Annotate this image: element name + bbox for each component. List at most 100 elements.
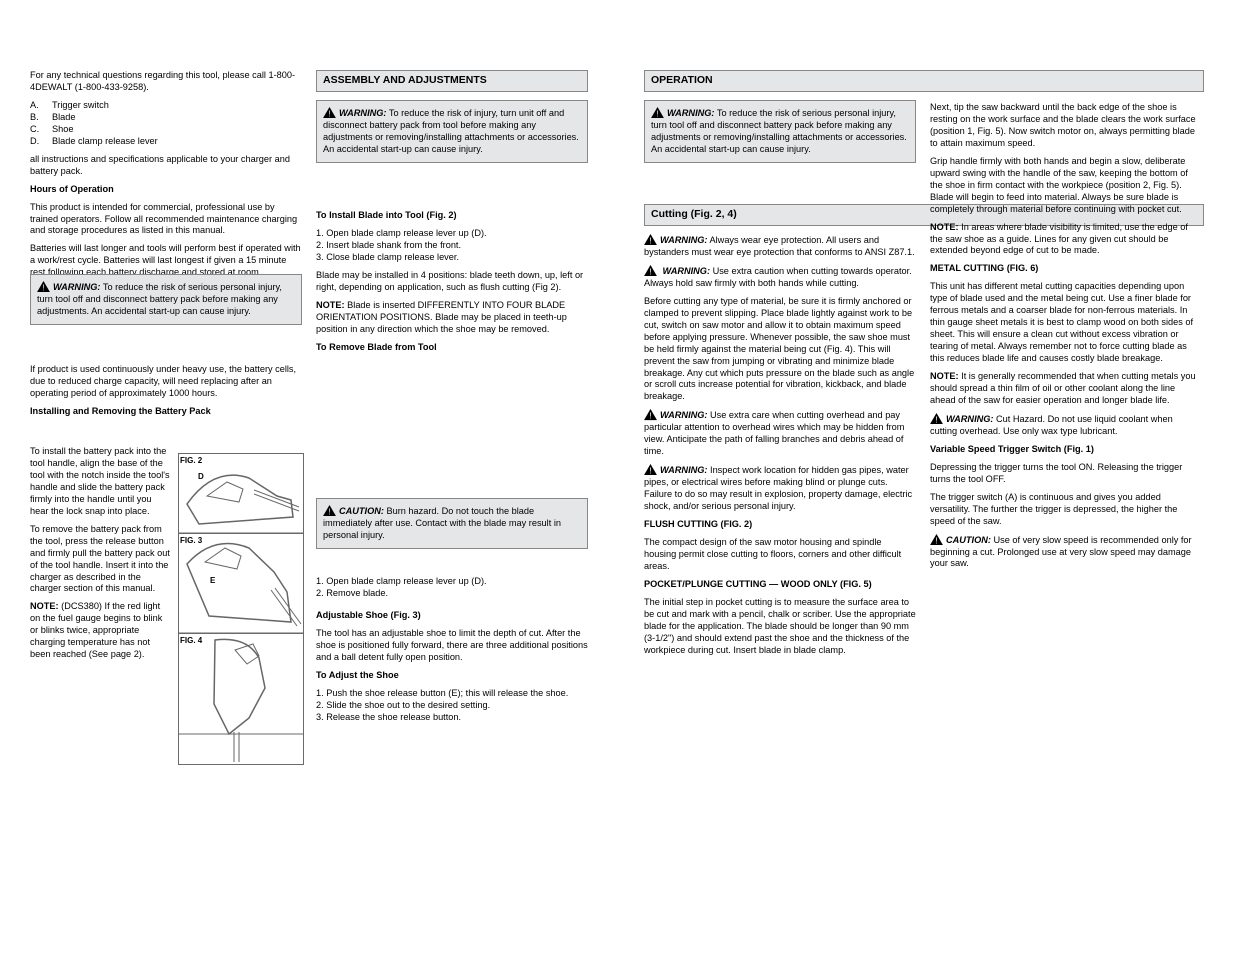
warning-box-col1: ! WARNING: To reduce the risk of serious… — [30, 274, 302, 325]
svg-text:!: ! — [935, 414, 937, 424]
label-d: D. — [30, 136, 52, 148]
warning-triangle-icon: ! — [930, 413, 943, 424]
warning-triangle-icon: ! — [644, 464, 657, 475]
warn-assembly-box: ! WARNING: To reduce the risk of injury,… — [316, 100, 588, 163]
metal-note-lead: NOTE: — [930, 371, 959, 381]
adj-shoe-heading: Adjustable Shoe (Fig. 3) — [316, 610, 588, 622]
warning-triangle-icon: ! — [930, 534, 943, 545]
caution-burn-box: ! CAUTION: Burn hazard. Do not touch the… — [316, 498, 588, 549]
warning-lead: WARNING: — [53, 282, 100, 294]
value-d: Blade clamp release lever — [52, 136, 302, 148]
warning-triangle-icon: ! — [651, 107, 664, 118]
metal-body: This unit has different metal cutting ca… — [930, 281, 1202, 365]
column-1: For any technical questions regarding th… — [30, 70, 302, 297]
svg-text:!: ! — [649, 411, 651, 421]
install-body: To install the battery pack into the too… — [30, 446, 170, 518]
flush-heading: FLUSH CUTTING (FIG. 2) — [644, 519, 916, 531]
label-c: C. — [30, 124, 52, 136]
note-fuel: NOTE: (DCS380) If the red light on the f… — [30, 601, 170, 661]
plunge-body: The initial step in pocket cutting is to… — [644, 597, 916, 657]
column-1-lower: If product is used continuously under he… — [30, 364, 302, 424]
warn-pipe-lead: WARNING: — [660, 465, 707, 475]
svg-text:!: ! — [328, 506, 330, 516]
adj-shoe-body: The tool has an adjustable shoe to limit… — [316, 628, 588, 664]
warn-dir-lead: WARNING: — [660, 266, 710, 276]
adj-step-2: 2. Slide the shoe out to the desired set… — [316, 700, 588, 712]
fig3-e-label: E — [210, 576, 215, 586]
label-a: A. — [30, 100, 52, 112]
column-2-remove: 1. Open blade clamp release lever up (D)… — [316, 576, 588, 724]
fig2-d-label: D — [198, 472, 204, 482]
vst-body-2: The trigger switch (A) is continuous and… — [930, 492, 1202, 528]
plunge-cont-2: Grip handle firmly with both hands and b… — [930, 156, 1202, 216]
caution-slow: !CAUTION: Use of very slow speed is reco… — [930, 534, 1202, 571]
metal-note: NOTE: It is generally recommended that w… — [930, 371, 1202, 407]
blade-note: NOTE: Blade is inserted DIFFERENTLY INTO… — [316, 300, 588, 336]
column-2-install: To Install Blade into Tool (Fig. 2) 1. O… — [316, 210, 588, 360]
warning-triangle-icon: ! — [323, 107, 336, 118]
step-2: 2. Insert blade shank from the front. — [316, 240, 588, 252]
warn-coolant: !WARNING: Cut Hazard. Do not use liquid … — [930, 413, 1202, 438]
plunge-heading: POCKET/PLUNGE CUTTING — WOOD ONLY (FIG. … — [644, 579, 916, 591]
warn-dir: ! WARNING: Use extra caution when cuttin… — [644, 265, 916, 290]
adj-shoe-steps-heading: To Adjust the Shoe — [316, 670, 588, 682]
warning-triangle-icon: ! — [323, 505, 336, 516]
fig4-label: FIG. 4 — [180, 636, 202, 646]
value-a: Trigger switch — [52, 100, 302, 112]
rem-step-2: 2. Remove blade. — [316, 588, 588, 600]
warn-over-lead: WARNING: — [660, 410, 707, 420]
blade-note-lead: NOTE: — [316, 300, 345, 310]
step-1: 1. Open blade clamp release lever up (D)… — [316, 228, 588, 240]
metal-heading: METAL CUTTING (FIG. 6) — [930, 263, 1202, 275]
cut-body: Before cutting any type of material, be … — [644, 296, 916, 404]
warn-op-lead: WARNING: — [667, 108, 714, 120]
column-3-cutting: !WARNING: Always wear eye protection. Al… — [644, 234, 916, 663]
fig3-label: FIG. 3 — [180, 536, 202, 546]
warn-assembly-lead: WARNING: — [339, 108, 386, 120]
rem-step-1: 1. Open blade clamp release lever up (D)… — [316, 576, 588, 588]
charger-text: all instructions and specifications appl… — [30, 154, 302, 178]
fig-4-frame — [178, 633, 304, 765]
remove-body: To remove the battery pack from the tool… — [30, 524, 170, 596]
warn-eye: !WARNING: Always wear eye protection. Al… — [644, 234, 916, 259]
svg-text:!: ! — [42, 282, 44, 292]
adj-step-3: 3. Release the shoe release button. — [316, 712, 588, 724]
plunge-cont-1: Next, tip the saw backward until the bac… — [930, 102, 1202, 150]
caution-burn-lead: CAUTION: — [339, 506, 384, 518]
warn-coolant-lead: WARNING: — [946, 414, 993, 424]
caution-slow-lead: CAUTION: — [946, 535, 991, 545]
contact-text: For any technical questions regarding th… — [30, 70, 302, 94]
column-1-bottom: To install the battery pack into the too… — [30, 446, 170, 667]
plunge-note-lead: NOTE: — [930, 222, 959, 232]
column-4: Next, tip the saw backward until the bac… — [930, 102, 1202, 576]
svg-text:!: ! — [656, 108, 658, 118]
step-3: 3. Close blade clamp release lever. — [316, 252, 588, 264]
vst-heading: Variable Speed Trigger Switch (Fig. 1) — [930, 444, 1202, 456]
warn-pipe: !WARNING: Inspect work location for hidd… — [644, 464, 916, 513]
svg-text:!: ! — [935, 535, 937, 545]
hours-heading: Hours of Operation — [30, 184, 302, 196]
vst-body-1: Depressing the trigger turns the tool ON… — [930, 462, 1202, 486]
warning-triangle-icon: ! — [644, 409, 657, 420]
warning-triangle-icon: ! — [644, 265, 657, 276]
operation-bar: OPERATION — [644, 70, 1204, 92]
warn-over: !WARNING: Use extra care when cutting ov… — [644, 409, 916, 458]
note-lead: NOTE: — [30, 601, 59, 611]
fig-3-frame — [178, 533, 304, 635]
assembly-bar: ASSEMBLY AND ADJUSTMENTS — [316, 70, 588, 92]
flush-body: The compact design of the saw motor hous… — [644, 537, 916, 573]
svg-text:!: ! — [649, 266, 651, 276]
blade-note-body: Blade is inserted DIFFERENTLY INTO FOUR … — [316, 300, 567, 334]
warn-op-box: ! WARNING: To reduce the risk of serious… — [644, 100, 916, 163]
install-blade-heading: To Install Blade into Tool (Fig. 2) — [316, 210, 588, 222]
value-b: Blade — [52, 112, 302, 124]
blade-pos-body: Blade may be installed in 4 positions: b… — [316, 270, 588, 294]
svg-text:!: ! — [649, 235, 651, 245]
plunge-note-body: In areas where blade visibility is limit… — [930, 222, 1188, 256]
warning-triangle-icon: ! — [37, 281, 50, 292]
remove-blade-heading: To Remove Blade from Tool — [316, 342, 588, 354]
label-b: B. — [30, 112, 52, 124]
svg-text:!: ! — [649, 465, 651, 475]
warning-triangle-icon: ! — [644, 234, 657, 245]
hours-body: This product is intended for commercial,… — [30, 202, 302, 238]
